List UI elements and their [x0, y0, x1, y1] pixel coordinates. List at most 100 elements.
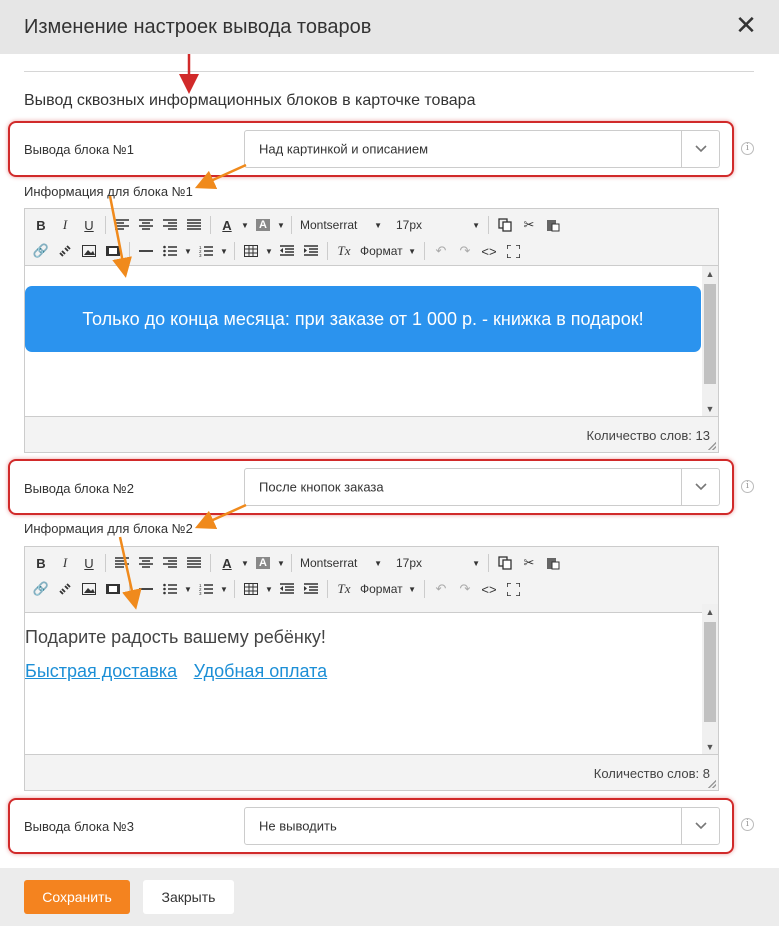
scroll-down-icon[interactable]: ▼	[702, 739, 718, 755]
bold-button[interactable]: B	[29, 214, 53, 236]
link-icon[interactable]: 🔗	[29, 240, 53, 262]
align-left-icon[interactable]	[110, 214, 134, 236]
paste-icon[interactable]	[541, 552, 565, 574]
scroll-up-icon[interactable]: ▲	[702, 604, 718, 620]
font-family-select[interactable]: Montserrat ▼	[296, 552, 386, 574]
unlink-icon[interactable]	[53, 240, 77, 262]
caret-down-icon[interactable]: ▼	[218, 240, 230, 262]
caret-down-icon[interactable]: ▼	[263, 578, 275, 600]
caret-down-icon[interactable]: ▼	[239, 214, 251, 236]
image-icon[interactable]	[77, 240, 101, 262]
numbered-list-icon[interactable]: 123	[194, 578, 218, 600]
align-center-icon[interactable]	[134, 552, 158, 574]
format-select[interactable]: Формат ▼	[356, 578, 420, 600]
close-icon[interactable]: ✕	[733, 12, 759, 38]
copy-icon[interactable]	[493, 552, 517, 574]
source-code-icon[interactable]: <>	[477, 240, 501, 262]
font-size-select[interactable]: 17px ▼	[392, 552, 484, 574]
align-justify-icon[interactable]	[182, 552, 206, 574]
align-right-icon[interactable]	[158, 214, 182, 236]
redo-icon[interactable]: ↷	[453, 240, 477, 262]
undo-icon[interactable]: ↶	[429, 578, 453, 600]
font-family-select[interactable]: Montserrat ▼	[296, 214, 386, 236]
horizontal-line-icon[interactable]	[134, 578, 158, 600]
background-color-icon[interactable]: A	[251, 552, 275, 574]
clear-format-icon[interactable]: Tx	[332, 240, 356, 262]
caret-down-icon[interactable]: ▼	[218, 578, 230, 600]
block1-position-select[interactable]: Над картинкой и описанием	[244, 130, 720, 168]
scroll-down-icon[interactable]: ▼	[702, 401, 718, 417]
format-select[interactable]: Формат ▼	[356, 240, 420, 262]
font-size-select[interactable]: 17px ▼	[392, 214, 484, 236]
caret-down-icon[interactable]: ▼	[275, 214, 287, 236]
paste-icon[interactable]	[541, 214, 565, 236]
caret-down-icon[interactable]: ▼	[275, 552, 287, 574]
indent-icon[interactable]	[299, 578, 323, 600]
bullet-list-icon[interactable]	[158, 578, 182, 600]
italic-button[interactable]: I	[53, 552, 77, 574]
unlink-icon[interactable]	[53, 578, 77, 600]
block1-content-area[interactable]: Только до конца месяца: при заказе от 1 …	[25, 266, 718, 417]
align-justify-icon[interactable]	[182, 214, 206, 236]
resize-handle-icon[interactable]	[708, 780, 716, 788]
editor-statusbar: Количество слов: 13	[25, 416, 718, 452]
cut-icon[interactable]: ✂	[517, 214, 541, 236]
block2-editor[interactable]: B I U A ▼ A ▼ Montserrat ▼ 17px ▼ ✂ 🔗 ▼ …	[24, 546, 719, 791]
scroll-thumb[interactable]	[704, 284, 716, 384]
table-icon[interactable]	[239, 240, 263, 262]
indent-icon[interactable]	[299, 240, 323, 262]
resize-handle-icon[interactable]	[708, 442, 716, 450]
block2-content-area[interactable]: Подарите радость вашему ребёнку! Быстрая…	[25, 613, 718, 755]
easy-payment-link[interactable]: Удобная оплата	[194, 661, 327, 681]
align-right-icon[interactable]	[158, 552, 182, 574]
clear-format-icon[interactable]: Tx	[332, 578, 356, 600]
scroll-thumb[interactable]	[704, 622, 716, 722]
caret-down-icon[interactable]: ▼	[239, 552, 251, 574]
close-button[interactable]: Закрыть	[143, 880, 234, 914]
fast-delivery-link[interactable]: Быстрая доставка	[25, 661, 177, 681]
bold-button[interactable]: B	[29, 552, 53, 574]
outdent-icon[interactable]	[275, 578, 299, 600]
align-left-icon[interactable]	[110, 552, 134, 574]
fullscreen-icon[interactable]	[501, 578, 525, 600]
text-color-icon[interactable]: A	[215, 552, 239, 574]
outdent-icon[interactable]	[275, 240, 299, 262]
horizontal-line-icon[interactable]	[134, 240, 158, 262]
block2-position-select[interactable]: После кнопок заказа	[244, 468, 720, 506]
video-icon[interactable]	[101, 578, 125, 600]
cut-icon[interactable]: ✂	[517, 552, 541, 574]
underline-button[interactable]: U	[77, 214, 101, 236]
italic-button[interactable]: I	[53, 214, 77, 236]
text-color-icon[interactable]: A	[215, 214, 239, 236]
video-icon[interactable]	[101, 240, 125, 262]
block3-position-select[interactable]: Не выводить	[244, 807, 720, 845]
info-icon[interactable]: i	[741, 818, 754, 831]
underline-button[interactable]: U	[77, 552, 101, 574]
editor-scrollbar[interactable]: ▲ ▼	[702, 604, 718, 755]
source-code-icon[interactable]: <>	[477, 578, 501, 600]
align-center-icon[interactable]	[134, 214, 158, 236]
save-button[interactable]: Сохранить	[24, 880, 130, 914]
copy-icon[interactable]	[493, 214, 517, 236]
scroll-up-icon[interactable]: ▲	[702, 266, 718, 282]
info-icon[interactable]: i	[741, 142, 754, 155]
block1-editor[interactable]: B I U A ▼ A ▼ Montserrat ▼ 17px ▼ ✂ 🔗 ▼ …	[24, 208, 719, 453]
undo-icon[interactable]: ↶	[429, 240, 453, 262]
link-icon[interactable]: 🔗	[29, 578, 53, 600]
info-icon[interactable]: i	[741, 480, 754, 493]
chevron-down-icon[interactable]	[681, 131, 719, 167]
editor-scrollbar[interactable]: ▲ ▼	[702, 266, 718, 417]
bullet-list-icon[interactable]	[158, 240, 182, 262]
image-icon[interactable]	[77, 578, 101, 600]
caret-down-icon[interactable]: ▼	[182, 578, 194, 600]
chevron-down-icon[interactable]	[681, 808, 719, 844]
numbered-list-icon[interactable]: 123	[194, 240, 218, 262]
fullscreen-icon[interactable]	[501, 240, 525, 262]
background-color-icon[interactable]: A	[251, 214, 275, 236]
editor-statusbar: Количество слов: 8	[25, 754, 718, 790]
redo-icon[interactable]: ↷	[453, 578, 477, 600]
caret-down-icon[interactable]: ▼	[182, 240, 194, 262]
chevron-down-icon[interactable]	[681, 469, 719, 505]
table-icon[interactable]	[239, 578, 263, 600]
caret-down-icon[interactable]: ▼	[263, 240, 275, 262]
